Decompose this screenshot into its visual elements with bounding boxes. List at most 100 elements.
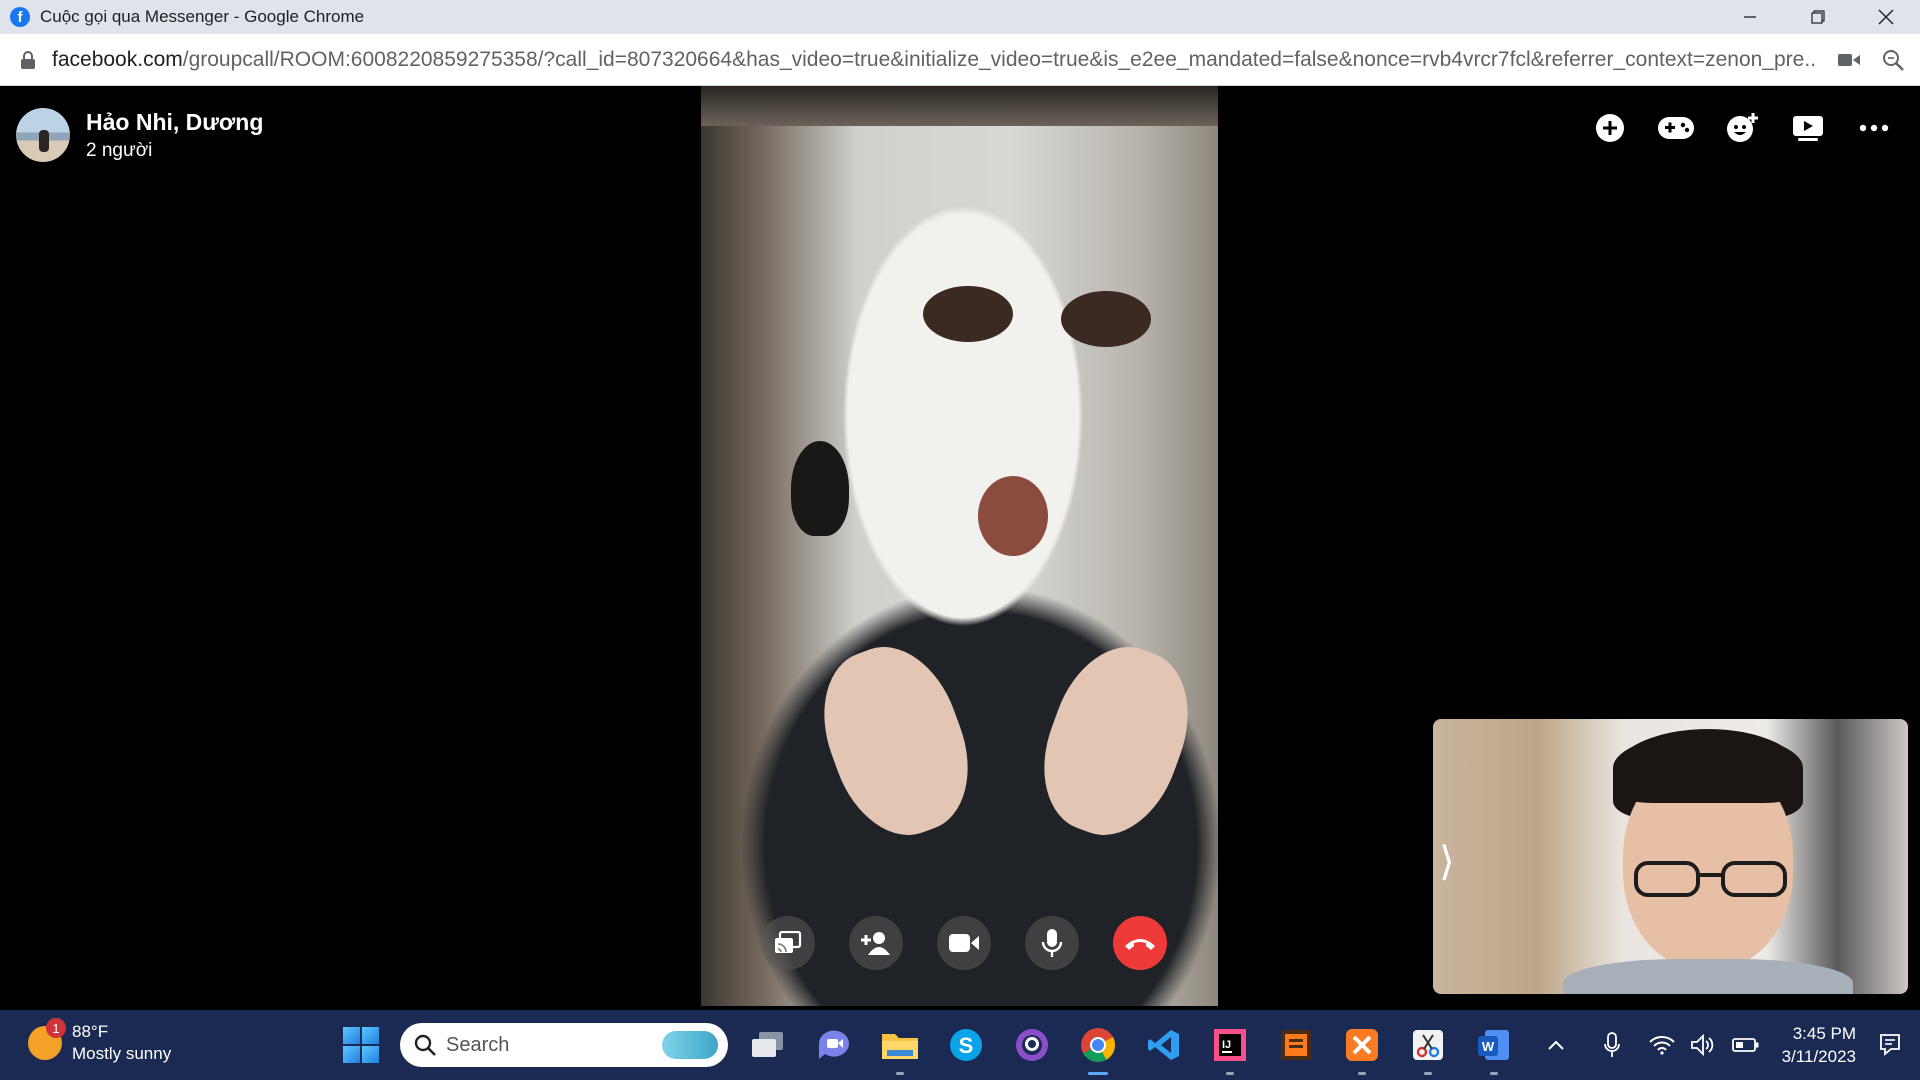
collapse-chevron-icon[interactable]: ⟩ [1439, 839, 1455, 885]
video-background [701, 86, 1218, 126]
add-person-icon [861, 932, 890, 955]
weather-widget[interactable]: 1 88°F Mostly sunny [28, 1018, 171, 1064]
video-background [791, 441, 849, 536]
facebook-icon: f [10, 7, 30, 27]
camera-icon [949, 934, 979, 952]
effects-icon [1727, 113, 1758, 142]
weather-text: 88°F Mostly sunny [72, 1022, 171, 1064]
lock-icon[interactable] [20, 50, 36, 70]
video-background [1061, 291, 1151, 347]
minimize-button[interactable] [1716, 0, 1784, 34]
url-host: facebook.com [52, 47, 183, 71]
remote-video [701, 86, 1218, 1006]
video-background [802, 629, 990, 853]
file-explorer-icon[interactable] [877, 1023, 923, 1075]
more-button[interactable] [1854, 108, 1894, 148]
running-indicator [1424, 1072, 1432, 1075]
camera-in-use-icon[interactable] [1838, 52, 1860, 68]
running-indicator [1490, 1072, 1498, 1075]
group-info: Hảo Nhi, Dương 2 người [86, 109, 263, 162]
search-highlight-image [662, 1031, 718, 1059]
share-screen-icon [775, 931, 802, 953]
clock[interactable]: 3:45 PM 3/11/2023 [1782, 1022, 1856, 1068]
minimize-icon [1744, 16, 1756, 18]
svg-text:W: W [1482, 1039, 1495, 1054]
call-controls [761, 916, 1167, 970]
vscode-icon[interactable] [1141, 1023, 1187, 1067]
clock-time: 3:45 PM [1792, 1024, 1856, 1043]
chevron-up-icon[interactable] [1540, 1029, 1572, 1061]
url-field[interactable]: facebook.com/groupcall/ROOM:600822085927… [52, 48, 1817, 72]
close-button[interactable] [1852, 0, 1920, 34]
more-icon [1859, 124, 1889, 132]
group-name: Hảo Nhi, Dương [86, 108, 264, 135]
restore-button[interactable] [1784, 0, 1852, 34]
close-icon [1878, 9, 1894, 25]
window-controls [1716, 0, 1920, 34]
svg-text:IJ: IJ [1222, 1039, 1231, 1051]
window-titlebar: f Cuộc gọi qua Messenger - Google Chrome [0, 0, 1920, 34]
microphone-icon [1041, 929, 1063, 957]
camera-button[interactable] [937, 916, 991, 970]
video-background [1613, 733, 1803, 803]
top-actions [1590, 108, 1894, 148]
weather-temperature: 88°F [72, 1022, 109, 1041]
search-placeholder: Search [446, 1033, 510, 1056]
taskbar-apps: S IJ W [745, 1023, 1517, 1075]
task-view-icon[interactable] [745, 1023, 791, 1067]
microphone-button[interactable] [1025, 916, 1079, 970]
github-desktop-icon[interactable] [1009, 1023, 1055, 1067]
intellij-icon[interactable]: IJ [1207, 1023, 1253, 1075]
games-button[interactable] [1656, 108, 1696, 148]
video-background [923, 286, 1013, 342]
watch-together-icon [1793, 116, 1823, 141]
taskbar: 1 88°F Mostly sunny Search S IJ W 3:45 P… [0, 1010, 1920, 1080]
sublime-text-icon[interactable] [1273, 1023, 1319, 1067]
volume-icon[interactable] [1688, 1029, 1720, 1061]
video-background [1634, 861, 1787, 897]
call-area: Hảo Nhi, Dương 2 người ⟩ [0, 86, 1920, 1010]
watch-together-button[interactable] [1788, 108, 1828, 148]
call-header: Hảo Nhi, Dương 2 người [16, 108, 263, 162]
url-path: /groupcall/ROOM:6008220859275358/?call_i… [182, 47, 1817, 71]
add-person-button[interactable] [849, 916, 903, 970]
address-bar-icons [1838, 34, 1904, 86]
running-indicator [1358, 1072, 1366, 1075]
participants-count: 2 người [86, 139, 153, 161]
video-background [1022, 629, 1210, 853]
taskbar-search[interactable]: Search [400, 1023, 728, 1067]
svg-text:S: S [959, 1033, 974, 1058]
running-indicator [896, 1072, 904, 1075]
skype-icon[interactable]: S [943, 1023, 989, 1067]
clock-date: 3/11/2023 [1781, 1047, 1856, 1066]
add-icon [1596, 114, 1624, 142]
end-call-icon [1125, 939, 1155, 950]
effects-button[interactable] [1722, 108, 1762, 148]
notification-badge: 1 [46, 1018, 66, 1038]
wifi-icon[interactable] [1646, 1029, 1678, 1061]
avatar[interactable] [16, 108, 70, 162]
share-screen-button[interactable] [761, 916, 815, 970]
notification-center-icon[interactable] [1870, 1025, 1910, 1065]
video-background [1563, 959, 1853, 994]
xampp-icon[interactable] [1339, 1023, 1385, 1075]
running-indicator [1226, 1072, 1234, 1075]
weather-icon: 1 [28, 1018, 66, 1060]
system-tray: 3:45 PM 3/11/2023 [1530, 1010, 1920, 1080]
end-call-button[interactable] [1113, 916, 1167, 970]
chrome-icon[interactable] [1075, 1023, 1121, 1075]
restore-icon [1811, 10, 1825, 24]
snipping-tool-icon[interactable] [1405, 1023, 1451, 1075]
microphone-tray-icon[interactable] [1596, 1029, 1628, 1061]
windows-start-icon[interactable] [343, 1027, 379, 1063]
battery-icon[interactable] [1730, 1029, 1762, 1061]
address-bar: facebook.com/groupcall/ROOM:600822085927… [0, 34, 1920, 86]
zoom-icon[interactable] [1882, 49, 1904, 71]
search-icon [414, 1034, 436, 1056]
word-icon[interactable]: W [1471, 1023, 1517, 1075]
window-title: Cuộc gọi qua Messenger - Google Chrome [40, 7, 365, 26]
teams-chat-icon[interactable] [811, 1023, 857, 1067]
add-button[interactable] [1590, 108, 1630, 148]
running-indicator [1088, 1072, 1108, 1075]
self-video[interactable]: ⟩ [1433, 719, 1908, 994]
